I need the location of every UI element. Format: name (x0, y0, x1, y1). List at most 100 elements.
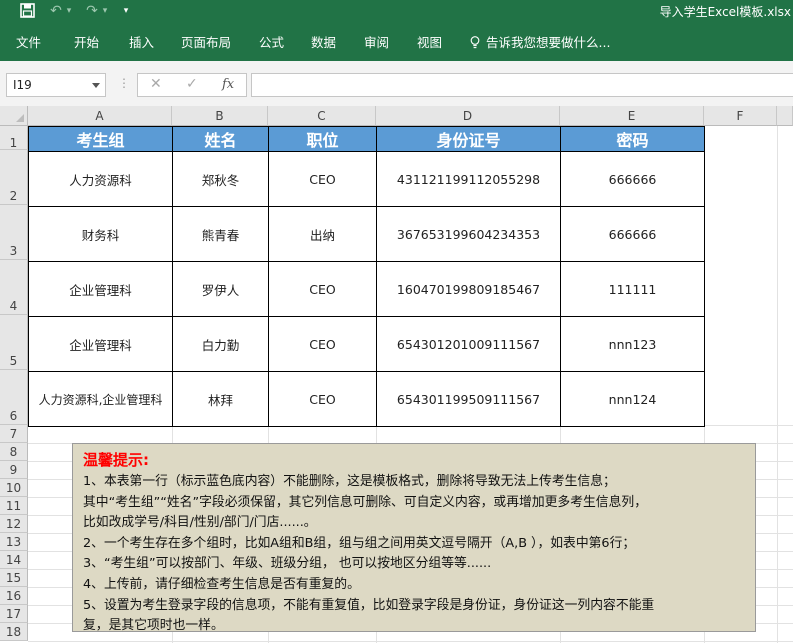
ribbon-tabs: 文件 开始 插入 页面布局 公式 数据 审阅 视图 告诉我您想要做什么... (0, 22, 793, 61)
cell[interactable]: 林拜 (172, 371, 269, 427)
column-header-c[interactable]: C (268, 106, 376, 126)
name-box-dropdown-icon[interactable] (92, 83, 100, 88)
formula-bar-buttons: ✕ ✓ fx (137, 73, 247, 97)
row-header[interactable]: 2 (0, 150, 28, 205)
row-header[interactable]: 18 (0, 623, 28, 641)
cell[interactable]: 郑秋冬 (172, 151, 269, 207)
formula-bar-grip-icon[interactable]: ⋮ (118, 76, 130, 90)
tab-insert[interactable]: 插入 (129, 32, 154, 51)
tips-text-box[interactable]: 温馨提示: 1、本表第一行（标示蓝色底内容）不能删除，这是模板格式，删除将导致无… (72, 443, 756, 633)
redo-icon[interactable]: ↷ (84, 0, 100, 22)
cell[interactable]: 367653199604234353 (376, 206, 561, 262)
row-header[interactable]: 1 (0, 126, 28, 150)
cancel-icon[interactable]: ✕ (150, 76, 162, 92)
cell[interactable]: nnn123 (560, 316, 705, 372)
column-header-g[interactable] (777, 106, 793, 126)
formula-bar-area: I19 ⋮ ✕ ✓ fx (0, 61, 793, 106)
header-cell[interactable]: 职位 (268, 126, 377, 152)
cell[interactable]: 人力资源科 (28, 151, 173, 207)
header-row: 考生组 姓名 职位 身份证号 密码 (28, 126, 705, 152)
tips-line: 1、本表第一行（标示蓝色底内容）不能删除，这是模板格式，删除将导致无法上传考生信… (83, 474, 616, 489)
row-header[interactable]: 12 (0, 515, 28, 533)
row-header[interactable]: 3 (0, 205, 28, 260)
undo-icon[interactable]: ↶ (48, 0, 64, 22)
cell[interactable]: CEO (268, 151, 377, 207)
header-cell[interactable]: 密码 (560, 126, 705, 152)
gridline (777, 126, 778, 643)
cell[interactable]: 出纳 (268, 206, 377, 262)
cell[interactable]: 431121199112055298 (376, 151, 561, 207)
header-cell[interactable]: 身份证号 (376, 126, 561, 152)
tips-line: 4、上传前，请仔细检查考生信息是否有重复的。 (83, 576, 360, 592)
student-data-table: 考生组 姓名 职位 身份证号 密码 人力资源科 郑秋冬 CEO 43112119… (28, 126, 705, 427)
gridline (28, 641, 793, 642)
row-header[interactable]: 6 (0, 370, 28, 425)
name-box[interactable]: I19 (6, 73, 106, 97)
row-header[interactable]: 10 (0, 479, 28, 497)
enter-icon[interactable]: ✓ (186, 76, 198, 92)
cell[interactable]: 财务科 (28, 206, 173, 262)
tell-me-search[interactable]: 告诉我您想要做什么... (470, 32, 610, 51)
column-header-d[interactable]: D (376, 106, 560, 126)
cell[interactable]: 666666 (560, 151, 705, 207)
header-cell[interactable]: 姓名 (172, 126, 269, 152)
cell[interactable]: 白力勤 (172, 316, 269, 372)
document-title: 导入学生Excel模板.xlsx (659, 5, 791, 19)
select-all-corner[interactable] (0, 106, 28, 126)
tips-line: 复，是其它项时也一样。 (83, 618, 224, 634)
cell[interactable]: 111111 (560, 261, 705, 317)
redo-dropdown-icon[interactable]: ▾ (100, 0, 110, 22)
formula-input[interactable] (251, 73, 793, 97)
undo-dropdown-icon[interactable]: ▾ (64, 0, 74, 22)
tips-line: 2、一个考生存在多个组时，比如A组和B组，组与组之间用英文逗号隔开（A,B ），… (83, 535, 636, 551)
worksheet-grid[interactable]: A B C D E F 1 2 3 4 5 6 7 8 9 10 11 12 1… (0, 106, 793, 643)
name-box-value: I19 (13, 78, 32, 92)
tab-formulas[interactable]: 公式 (259, 32, 284, 51)
tab-review[interactable]: 审阅 (364, 32, 389, 51)
tab-data[interactable]: 数据 (311, 32, 336, 51)
cell[interactable]: CEO (268, 261, 377, 317)
cell[interactable]: nnn124 (560, 371, 705, 427)
table-row: 人力资源科,企业管理科 林拜 CEO 654301199509111567 nn… (28, 371, 705, 427)
cell[interactable]: 罗伊人 (172, 261, 269, 317)
tab-home[interactable]: 开始 (74, 32, 99, 51)
column-header-f[interactable]: F (704, 106, 777, 126)
cell[interactable]: CEO (268, 371, 377, 427)
table-row: 企业管理科 白力勤 CEO 654301201009111567 nnn123 (28, 316, 705, 372)
column-header-b[interactable]: B (172, 106, 268, 126)
tips-line: 5、设置为考生登录字段的信息项，不能有重复值，比如登录字段是身份证，身份证这一列… (83, 597, 655, 613)
customize-quick-access-icon[interactable]: ▾ (120, 0, 132, 22)
row-header[interactable]: 4 (0, 260, 28, 315)
save-icon[interactable] (20, 3, 35, 18)
row-header[interactable]: 11 (0, 497, 28, 515)
row-header[interactable]: 5 (0, 315, 28, 370)
insert-function-icon[interactable]: fx (222, 77, 234, 92)
tips-title: 温馨提示: (83, 451, 149, 469)
row-header[interactable]: 13 (0, 533, 28, 551)
tips-line: 其中“考生组”“姓名”字段必须保留，其它列信息可删除、可自定义内容，或再增加更多… (83, 494, 647, 510)
cell[interactable]: 654301199509111567 (376, 371, 561, 427)
header-cell[interactable]: 考生组 (28, 126, 173, 152)
row-header[interactable]: 8 (0, 443, 28, 461)
tab-page-layout[interactable]: 页面布局 (181, 32, 231, 51)
cell[interactable]: 企业管理科 (28, 316, 173, 372)
row-header[interactable]: 9 (0, 461, 28, 479)
column-header-a[interactable]: A (28, 106, 172, 126)
cell[interactable]: 熊青春 (172, 206, 269, 262)
cell[interactable]: CEO (268, 316, 377, 372)
tips-line: 比如改成学号/科目/性别/部门/门店......。 (83, 515, 317, 531)
tab-file[interactable]: 文件 (16, 32, 41, 51)
cell[interactable]: 160470199809185467 (376, 261, 561, 317)
column-header-e[interactable]: E (560, 106, 704, 126)
cell[interactable]: 666666 (560, 206, 705, 262)
row-header[interactable]: 16 (0, 587, 28, 605)
cell[interactable]: 企业管理科 (28, 261, 173, 317)
tab-view[interactable]: 视图 (417, 32, 442, 51)
table-row: 企业管理科 罗伊人 CEO 160470199809185467 111111 (28, 261, 705, 317)
row-header[interactable]: 14 (0, 551, 28, 569)
cell[interactable]: 人力资源科,企业管理科 (28, 371, 173, 427)
cell[interactable]: 654301201009111567 (376, 316, 561, 372)
row-header[interactable]: 7 (0, 425, 28, 443)
row-header[interactable]: 17 (0, 605, 28, 623)
row-header[interactable]: 15 (0, 569, 28, 587)
